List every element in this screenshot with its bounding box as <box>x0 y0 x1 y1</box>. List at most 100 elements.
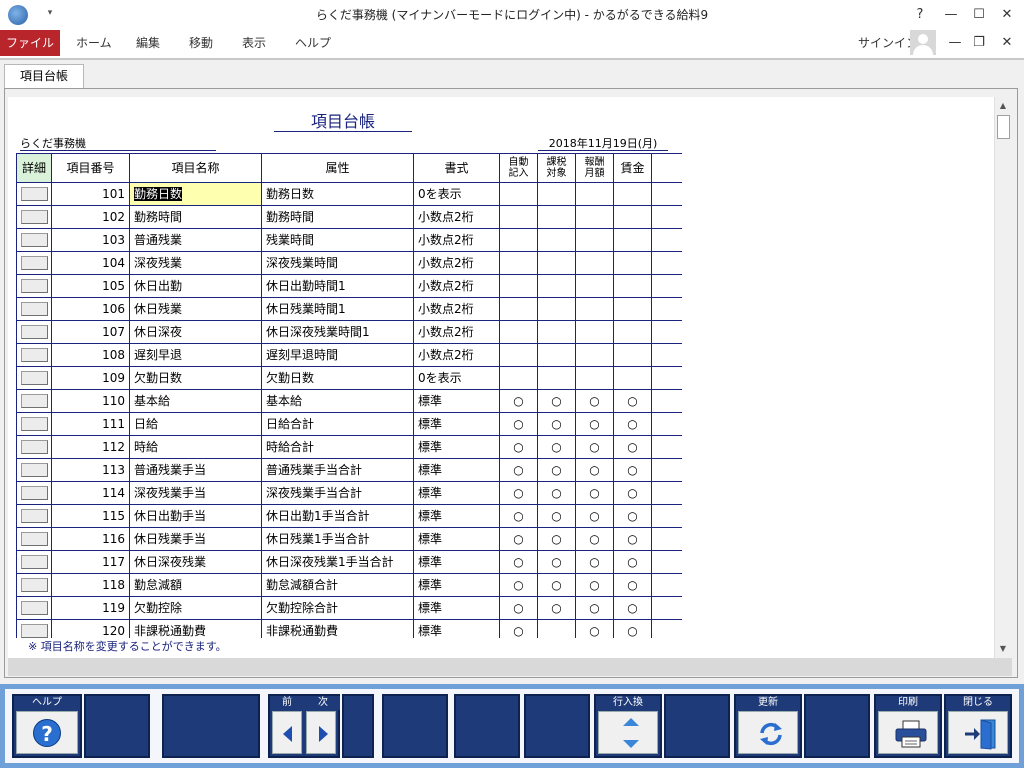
signin-link[interactable]: サインイン <box>858 30 918 56</box>
detail-button[interactable] <box>21 555 48 569</box>
attribute-cell: 欠勤日数 <box>262 367 414 390</box>
item-name-cell[interactable]: 基本給 <box>130 390 262 413</box>
scroll-down-icon[interactable]: ▼ <box>996 642 1010 656</box>
tab-edit[interactable]: 編集 <box>136 30 160 56</box>
flag-cell <box>538 321 576 344</box>
scroll-up-icon[interactable]: ▲ <box>996 99 1010 113</box>
item-name-cell[interactable]: 休日深夜残業 <box>130 551 262 574</box>
format-cell: 小数点2桁 <box>414 344 500 367</box>
tab-view[interactable]: 表示 <box>242 30 266 56</box>
detail-button[interactable] <box>21 624 48 638</box>
avatar[interactable] <box>910 30 936 55</box>
prev-button[interactable] <box>272 711 302 754</box>
row-swap-button[interactable]: 行入換 <box>594 694 662 758</box>
item-name-cell[interactable]: 普通残業手当 <box>130 459 262 482</box>
detail-button[interactable] <box>21 601 48 615</box>
format-cell: 標準 <box>414 390 500 413</box>
document-tab[interactable]: 項目台帳 <box>4 64 84 88</box>
detail-button[interactable] <box>21 486 48 500</box>
item-name-cell[interactable]: 休日出勤手当 <box>130 505 262 528</box>
flag-cell: ○ <box>614 551 652 574</box>
detail-button[interactable] <box>21 509 48 523</box>
next-button[interactable] <box>306 711 336 754</box>
item-name-cell[interactable]: 深夜残業 <box>130 252 262 275</box>
refresh-button[interactable]: 更新 <box>734 694 802 758</box>
detail-button[interactable] <box>21 440 48 454</box>
tab-help[interactable]: ヘルプ <box>295 30 331 56</box>
help-icon[interactable]: ? <box>905 0 935 30</box>
table-row: 109 欠勤日数 欠勤日数 0を表示 <box>17 367 682 390</box>
tab-move[interactable]: 移動 <box>189 30 213 56</box>
flag-cell: ○ <box>500 413 538 436</box>
extra-cell <box>652 436 682 459</box>
circle-mark: ○ <box>589 578 600 592</box>
item-name-cell[interactable]: 休日出勤 <box>130 275 262 298</box>
toolbar-slot-blank <box>524 694 590 758</box>
detail-cell <box>17 597 52 620</box>
circle-mark: ○ <box>589 601 600 615</box>
detail-button[interactable] <box>21 210 48 224</box>
detail-button[interactable] <box>21 187 48 201</box>
detail-button[interactable] <box>21 348 48 362</box>
item-name-cell[interactable]: 休日残業 <box>130 298 262 321</box>
extra-cell <box>652 413 682 436</box>
print-button[interactable]: 印刷 <box>874 694 942 758</box>
attribute-cell: 時給合計 <box>262 436 414 459</box>
format-cell: 標準 <box>414 436 500 459</box>
ribbon-close-icon[interactable]: ✕ <box>992 28 1022 58</box>
close-button[interactable]: 閉じる <box>944 694 1012 758</box>
restore-icon[interactable]: ❐ <box>964 28 994 58</box>
flag-cell <box>614 298 652 321</box>
item-name-cell[interactable]: 休日残業手当 <box>130 528 262 551</box>
item-name-cell[interactable]: 欠勤日数 <box>130 367 262 390</box>
item-name-cell[interactable]: 遅刻早退 <box>130 344 262 367</box>
detail-button[interactable] <box>21 279 48 293</box>
report-title: 項目台帳 <box>274 108 412 132</box>
flag-cell <box>614 321 652 344</box>
detail-button[interactable] <box>21 463 48 477</box>
detail-button[interactable] <box>21 532 48 546</box>
tab-home[interactable]: ホーム <box>76 30 112 56</box>
circle-mark: ○ <box>551 532 562 546</box>
detail-button[interactable] <box>21 417 48 431</box>
detail-cell <box>17 413 52 436</box>
item-name-cell[interactable]: 休日深夜 <box>130 321 262 344</box>
item-name-cell[interactable]: 深夜残業手当 <box>130 482 262 505</box>
detail-button[interactable] <box>21 394 48 408</box>
format-cell: 標準 <box>414 482 500 505</box>
detail-button[interactable] <box>21 325 48 339</box>
format-cell: 小数点2桁 <box>414 298 500 321</box>
item-name-cell[interactable]: 時給 <box>130 436 262 459</box>
item-name-cell[interactable]: 日給 <box>130 413 262 436</box>
vertical-scrollbar[interactable] <box>994 97 1012 658</box>
maximize-icon[interactable]: ☐ <box>964 0 994 30</box>
extra-cell <box>652 551 682 574</box>
item-name-cell[interactable]: 勤務時間 <box>130 206 262 229</box>
header-number: 項目番号 <box>52 154 130 183</box>
item-name-cell[interactable]: 普通残業 <box>130 229 262 252</box>
flag-cell <box>614 206 652 229</box>
detail-button[interactable] <box>21 256 48 270</box>
detail-button[interactable] <box>21 371 48 385</box>
minimize-icon[interactable]: — <box>936 0 966 30</box>
circle-mark: ○ <box>551 555 562 569</box>
scroll-thumb[interactable] <box>997 115 1010 139</box>
extra-cell <box>652 229 682 252</box>
help-button[interactable]: ヘルプ ? <box>12 694 82 758</box>
horizontal-scrollbar[interactable] <box>8 658 1012 676</box>
item-name-cell[interactable]: 勤怠減額 <box>130 574 262 597</box>
item-name-cell[interactable]: 欠勤控除 <box>130 597 262 620</box>
flag-cell <box>576 206 614 229</box>
item-name-cell[interactable]: 非課税通勤費 <box>130 620 262 638</box>
detail-button[interactable] <box>21 302 48 316</box>
flag-cell <box>614 275 652 298</box>
attribute-cell: 基本給 <box>262 390 414 413</box>
item-number: 103 <box>52 229 130 252</box>
flag-cell: ○ <box>614 390 652 413</box>
header-extra <box>652 154 682 183</box>
detail-button[interactable] <box>21 233 48 247</box>
item-name-cell[interactable]: 勤務日数 <box>130 183 262 206</box>
detail-button[interactable] <box>21 578 48 592</box>
close-icon[interactable]: ✕ <box>992 0 1022 30</box>
tab-file[interactable]: ファイル <box>0 30 60 56</box>
